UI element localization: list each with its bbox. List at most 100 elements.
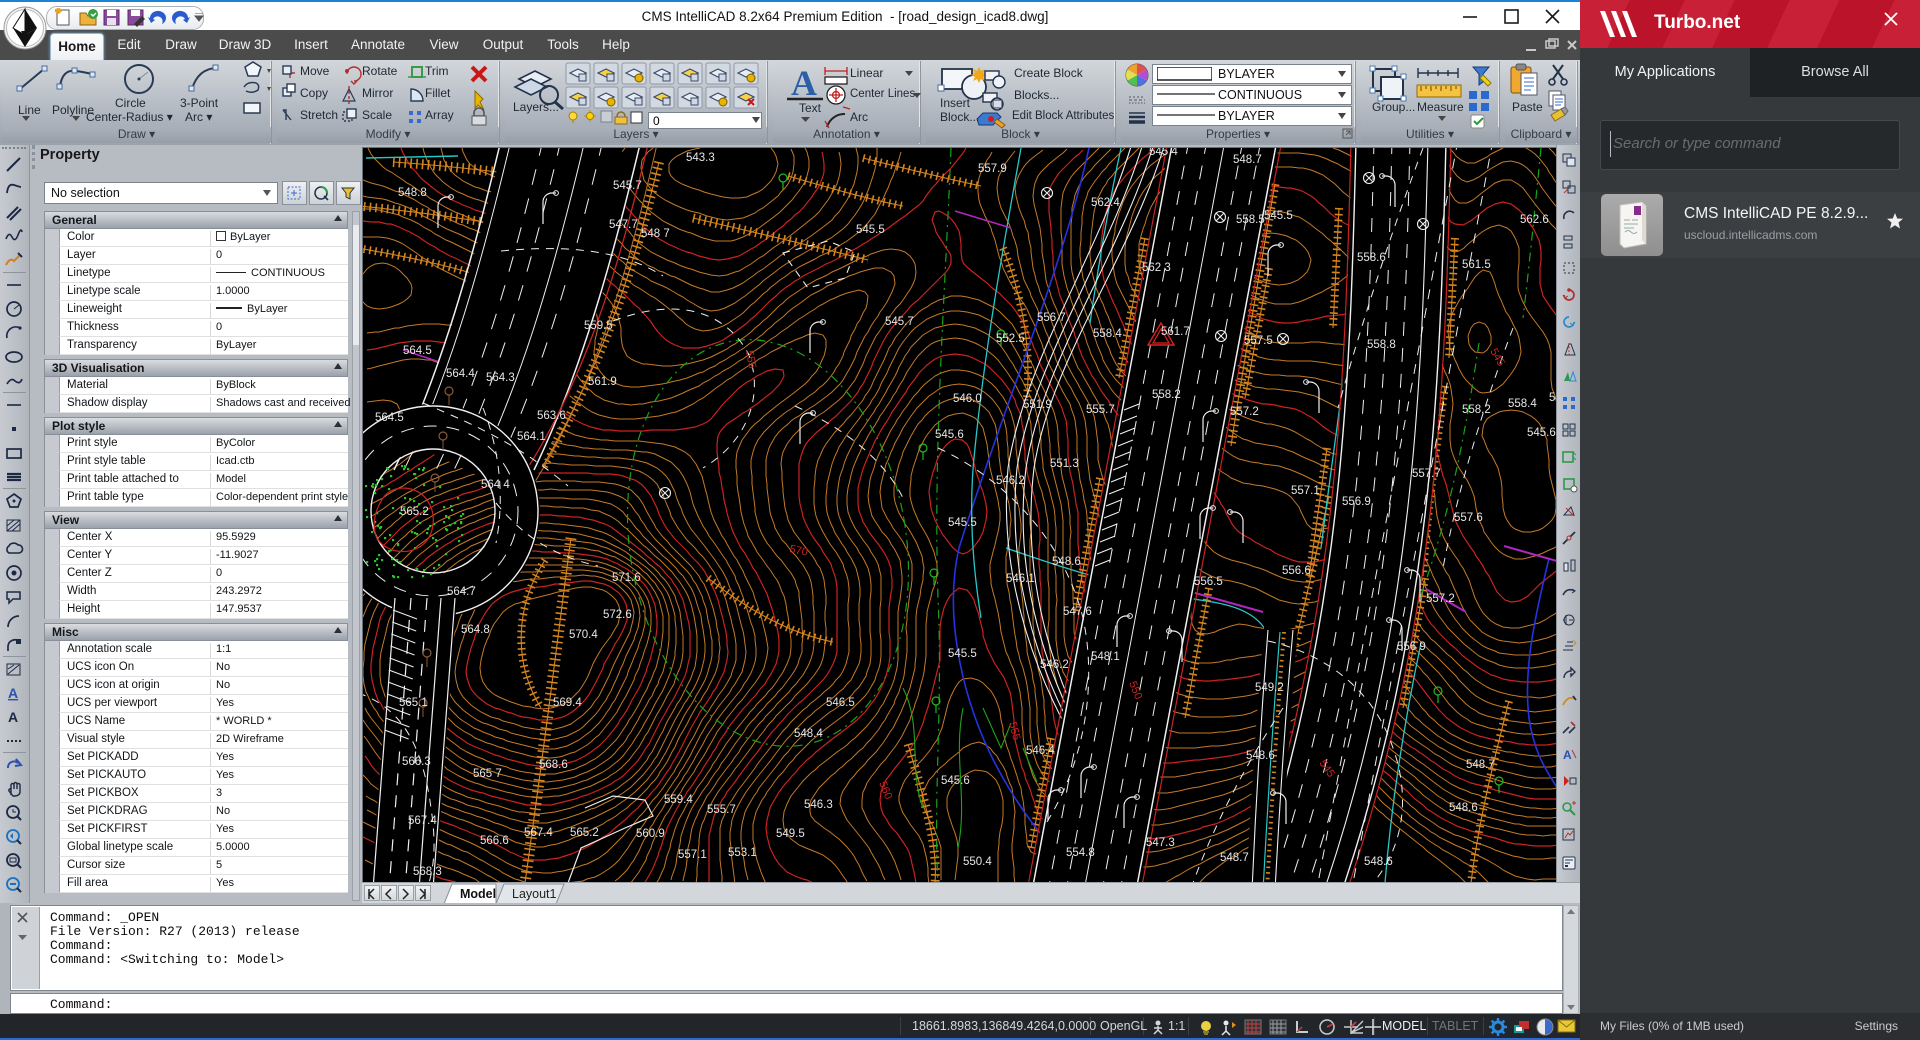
svg-text:546.3: 546.3 <box>804 799 833 811</box>
svg-text:571.6: 571.6 <box>612 572 641 584</box>
svg-text:545.5: 545.5 <box>856 224 885 236</box>
svg-text:562 3: 562 3 <box>1142 262 1171 274</box>
svg-text:561.7: 561.7 <box>1161 326 1190 338</box>
svg-text:558.4: 558.4 <box>1093 328 1122 340</box>
svg-text:562.4: 562.4 <box>1091 197 1120 209</box>
svg-text:568.6: 568.6 <box>539 759 568 771</box>
svg-text:561.9: 561.9 <box>588 376 617 388</box>
svg-text:570.4: 570.4 <box>569 629 598 641</box>
svg-text:560.9: 560.9 <box>636 828 665 840</box>
svg-text:557.7: 557.7 <box>1412 468 1441 480</box>
svg-text:545.6: 545.6 <box>1527 427 1556 439</box>
svg-text:545.6: 545.6 <box>941 775 970 787</box>
svg-text:558.6: 558.6 <box>1357 252 1386 264</box>
svg-text:551.9: 551.9 <box>1023 399 1052 411</box>
svg-text:546.5: 546.5 <box>826 697 855 709</box>
svg-text:548.4: 548.4 <box>794 728 823 740</box>
svg-text:549.5: 549.5 <box>776 828 805 840</box>
svg-text:564.4: 564.4 <box>446 368 475 380</box>
svg-text:551.3: 551.3 <box>1050 458 1079 470</box>
svg-text:A: A <box>8 709 18 725</box>
svg-text:568.3: 568.3 <box>413 866 442 878</box>
svg-text:559.5: 559.5 <box>584 320 613 332</box>
svg-text:557.2: 557.2 <box>1426 593 1455 605</box>
svg-text:555.7: 555.7 <box>707 804 736 816</box>
svg-text:552.5: 552.5 <box>996 333 1025 345</box>
svg-text:546.2: 546.2 <box>1040 659 1069 671</box>
svg-text:A: A <box>791 63 817 103</box>
svg-text:A: A <box>1563 748 1572 762</box>
svg-text:558.2: 558.2 <box>1152 389 1181 401</box>
svg-text:553.1: 553.1 <box>728 847 757 859</box>
svg-text:548.6: 548.6 <box>1449 802 1478 814</box>
svg-text:548.6: 548.6 <box>1052 556 1081 568</box>
svg-text:556.7: 556.7 <box>1037 312 1066 324</box>
svg-text:547.7: 547.7 <box>609 219 638 231</box>
svg-text:564.7: 564.7 <box>447 586 476 598</box>
svg-text:557.5: 557.5 <box>1244 335 1273 347</box>
svg-text:546.2: 546.2 <box>996 475 1025 487</box>
svg-text:569.4: 569.4 <box>553 697 582 709</box>
svg-text:548.7: 548.7 <box>1220 852 1249 864</box>
svg-text:557.9: 557.9 <box>978 163 1007 175</box>
svg-text:549.2: 549.2 <box>1255 682 1284 694</box>
svg-text:545.7: 545.7 <box>613 180 642 192</box>
svg-text:561.5: 561.5 <box>1462 259 1491 271</box>
svg-text:556.5: 556.5 <box>1194 576 1223 588</box>
svg-text:A: A <box>8 685 18 701</box>
svg-text:564.5: 564.5 <box>403 345 432 357</box>
svg-text:564.3: 564.3 <box>486 372 515 384</box>
svg-text:565 7: 565 7 <box>473 768 502 780</box>
svg-text:565.2: 565.2 <box>400 506 429 518</box>
svg-text:557.1: 557.1 <box>1291 485 1320 497</box>
svg-text:559.4: 559.4 <box>664 794 693 806</box>
svg-text:567.4: 567.4 <box>408 815 437 827</box>
svg-text:566.3: 566.3 <box>402 756 431 768</box>
svg-text:545.5: 545.5 <box>1264 210 1293 222</box>
svg-text:545.5: 545.5 <box>948 517 977 529</box>
svg-text:572.6: 572.6 <box>603 609 632 621</box>
svg-text:554.8: 554.8 <box>1066 847 1095 859</box>
svg-text:563.6: 563.6 <box>537 410 566 422</box>
svg-text:547.6: 547.6 <box>1063 606 1092 618</box>
svg-text:556 9: 556 9 <box>1397 641 1426 653</box>
svg-text:565.1: 565.1 <box>399 697 428 709</box>
svg-text:562.6: 562.6 <box>1520 214 1549 226</box>
svg-text:545.6: 545.6 <box>935 429 964 441</box>
svg-text:558.8: 558.8 <box>1367 339 1396 351</box>
svg-text:558.5: 558.5 <box>1236 214 1265 226</box>
svg-text:543.3: 543.3 <box>686 152 715 164</box>
svg-text:556.6: 556.6 <box>1282 565 1311 577</box>
svg-text:556.9: 556.9 <box>1342 496 1371 508</box>
svg-text:558.4: 558.4 <box>1508 398 1537 410</box>
svg-text:Model: Model <box>460 887 496 901</box>
svg-text:548.7: 548.7 <box>1466 759 1495 771</box>
svg-text:545.7: 545.7 <box>885 316 914 328</box>
svg-text:564 4: 564 4 <box>481 479 510 491</box>
svg-text:558.2: 558.2 <box>1462 404 1491 416</box>
svg-text:548 7: 548 7 <box>641 228 670 240</box>
svg-text:557.2: 557.2 <box>1230 406 1259 418</box>
svg-text:565.2: 565.2 <box>570 827 599 839</box>
svg-text:548.6: 548.6 <box>1246 750 1275 762</box>
svg-text:566.6: 566.6 <box>480 835 509 847</box>
svg-text:Layout1: Layout1 <box>512 887 557 901</box>
svg-text:557.1: 557.1 <box>678 849 707 861</box>
svg-text:548.8: 548.8 <box>398 187 427 199</box>
svg-text:546.1: 546.1 <box>1006 573 1035 585</box>
svg-text:567.4: 567.4 <box>524 827 553 839</box>
svg-text:564.1: 564.1 <box>517 431 546 443</box>
svg-text:548.1: 548.1 <box>1091 651 1120 663</box>
svg-text:564.8: 564.8 <box>461 624 490 636</box>
svg-text:564.5: 564.5 <box>375 412 404 424</box>
svg-text:547.3: 547.3 <box>1146 837 1175 849</box>
svg-text:545.5: 545.5 <box>948 648 977 660</box>
svg-text:557.6: 557.6 <box>1454 512 1483 524</box>
svg-text:548.6: 548.6 <box>1364 856 1393 868</box>
svg-text:545 4: 545 4 <box>1149 148 1178 158</box>
svg-text:546.4: 546.4 <box>1026 745 1055 757</box>
svg-text:546.0: 546.0 <box>953 393 982 405</box>
svg-text:548.7: 548.7 <box>1233 154 1262 166</box>
svg-text:555.7: 555.7 <box>1086 404 1115 416</box>
svg-text:550.4: 550.4 <box>963 856 992 868</box>
